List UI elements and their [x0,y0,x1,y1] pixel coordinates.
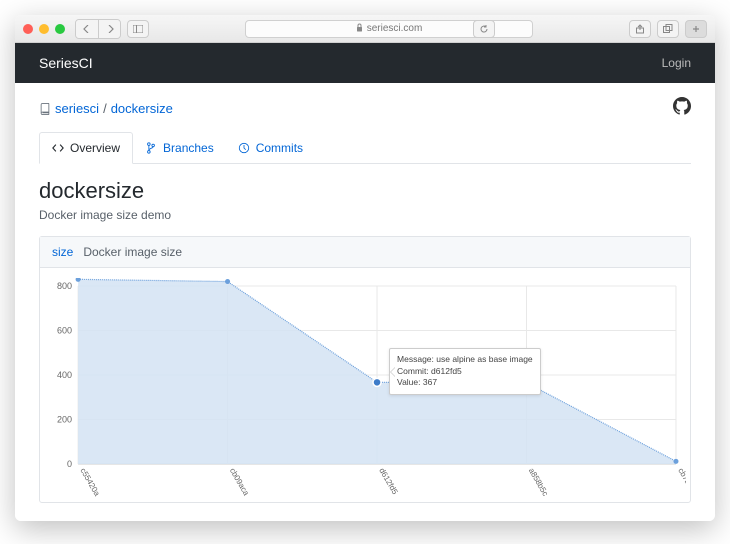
tooltip-message: use alpine as base image [436,354,532,364]
chart-wrap: 0 200 400 600 800 c55420a cb09aca d612fd5 a858b5… [40,268,690,502]
svg-text:cb09aca: cb09aca [228,467,251,498]
page-title: dockersize [39,178,691,204]
nav-back-forward [75,19,121,39]
new-tab-button[interactable] [685,20,707,38]
share-button[interactable] [629,20,651,38]
svg-text:a858b5c: a858b5c [527,467,550,498]
commit-icon [238,142,250,154]
sidebar-button[interactable] [127,20,149,38]
github-link[interactable] [673,97,691,120]
plus-icon [691,24,701,34]
breadcrumb-owner[interactable]: seriesci [55,101,99,116]
reload-button[interactable] [473,20,495,38]
series-desc: Docker image size [83,245,182,259]
panel-head: size Docker image size [40,237,690,268]
svg-text:600: 600 [57,326,72,336]
breadcrumb-repo[interactable]: dockersize [111,101,173,116]
breadcrumb-row: seriesci / dockersize [39,97,691,120]
tab-overview[interactable]: Overview [39,132,133,164]
top-nav: SeriesCI Login [15,43,715,83]
tabs-button[interactable] [657,20,679,38]
tab-label: Branches [163,141,214,155]
tooltip-commit: d612fd5 [431,366,462,376]
page-content: seriesci / dockersize Overview Branches … [15,83,715,521]
reload-icon [479,24,489,34]
page-subtitle: Docker image size demo [39,208,691,222]
forward-button[interactable] [98,20,120,38]
chart-panel: size Docker image size 0 200 400 600 800 c554… [39,236,691,503]
browser-chrome: seriesci.com [15,15,715,43]
address-text: seriesci.com [367,23,423,34]
minimize-window-button[interactable] [39,24,49,34]
right-chrome [629,20,707,38]
tooltip-message-label: Message: [397,354,434,364]
tabs: Overview Branches Commits [39,132,691,164]
tooltip-commit-label: Commit: [397,366,429,376]
brand[interactable]: SeriesCI [39,55,93,71]
tab-commits[interactable]: Commits [226,132,315,163]
breadcrumb-sep: / [103,101,107,116]
repo-icon [39,103,51,115]
zoom-window-button[interactable] [55,24,65,34]
sidebar-icon [133,25,143,33]
lock-icon [356,23,363,34]
tab-branches[interactable]: Branches [133,132,226,163]
svg-text:c55420a: c55420a [78,467,101,498]
svg-text:400: 400 [57,370,72,380]
svg-text:cb7aece: cb7aece [676,467,686,498]
breadcrumb: seriesci / dockersize [39,101,173,116]
svg-text:200: 200 [57,415,72,425]
chevron-right-icon [106,25,114,33]
tab-label: Commits [256,141,303,155]
chart-tooltip: Message: use alpine as base image Commit:… [389,348,541,394]
tooltip-value-label: Value: [397,377,420,387]
github-icon [673,97,691,115]
svg-text:800: 800 [57,281,72,291]
chart[interactable]: 0 200 400 600 800 c55420a cb09aca d612fd5 a858b5… [44,278,686,498]
svg-text:d612fd5: d612fd5 [377,467,400,497]
share-icon [635,24,645,34]
browser-window: seriesci.com SeriesCI Login seriesci [15,15,715,521]
svg-text:0: 0 [67,459,72,469]
login-link[interactable]: Login [662,56,691,70]
tab-label: Overview [70,141,120,155]
code-icon [52,142,64,154]
back-button[interactable] [76,20,98,38]
close-window-button[interactable] [23,24,33,34]
branch-icon [145,142,157,154]
series-name[interactable]: size [52,245,73,259]
window-controls [23,24,65,34]
tabs-icon [663,24,673,34]
chevron-left-icon [83,25,91,33]
tooltip-value: 367 [423,377,437,387]
